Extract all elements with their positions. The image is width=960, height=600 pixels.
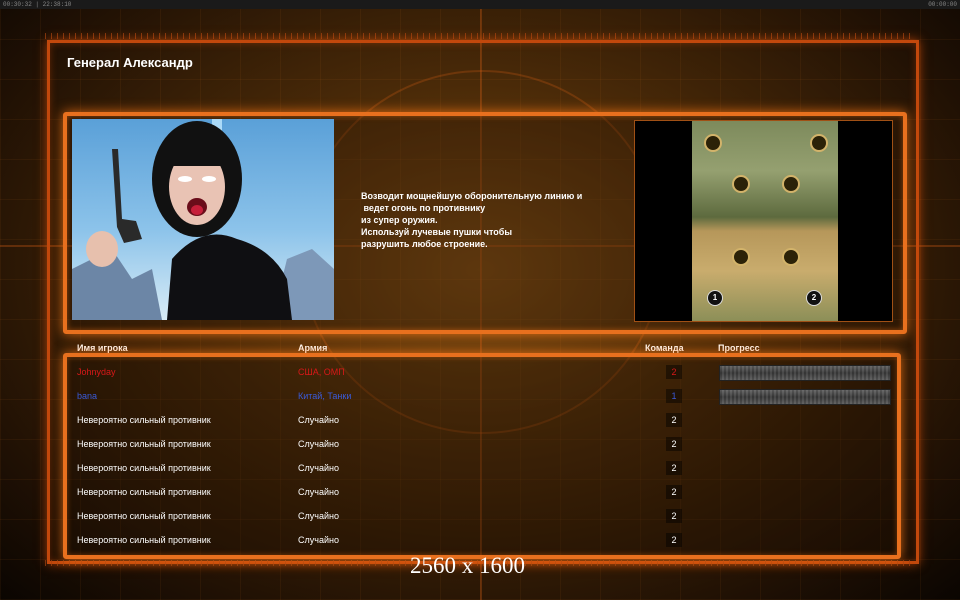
header-progress: Прогресс [718,343,760,353]
top-left-clock: 00:30:32 | 22:38:10 [3,1,72,8]
loading-progress-fill [720,366,890,380]
header-team: Команда [645,343,684,353]
player-team: 2 [671,487,677,497]
player-name: bana [77,391,98,401]
top-right-clock: 00:00:00 [928,1,957,8]
player-row: Невероятно сильный противник Случайно 2 [0,504,960,528]
map-supply-pit [704,134,722,152]
general-description: Возводит мощнейшую оборонительную линию … [361,190,631,250]
player-name: Невероятно сильный противник [77,415,211,425]
general-title: Генерал Александр [67,55,193,70]
player-army: Китай, Танки [298,391,352,401]
player-name: Невероятно сильный противник [77,511,211,521]
ruler-top [45,33,915,39]
player-team: 1 [671,391,677,401]
description-line: ведет огонь по противнику [361,203,486,213]
description-line: разрушить любое строение. [361,239,488,249]
map-image: 1 2 [692,121,838,321]
player-team: 2 [671,463,677,473]
player-team: 2 [671,415,677,425]
player-team: 2 [671,367,677,377]
map-start-position-1[interactable]: 1 [707,290,723,306]
player-row: Невероятно сильный противник Случайно 2 [0,480,960,504]
description-line: Возводит мощнейшую оборонительную линию … [361,191,583,201]
loading-progress-bar [719,365,891,381]
player-army: Случайно [298,511,339,521]
top-status-bar: 00:30:32 | 22:38:10 00:00:00 [0,0,960,9]
map-supply-pit [732,248,750,266]
player-army: Случайно [298,415,339,425]
header-army: Армия [298,343,328,353]
player-name: Невероятно сильный противник [77,487,211,497]
player-team: 2 [671,439,677,449]
map-preview: 1 2 [634,120,893,322]
loading-progress-fill [720,390,890,404]
general-portrait [72,119,334,320]
map-supply-pit [732,175,750,193]
player-row: Невероятно сильный противник Случайно 2 [0,456,960,480]
portrait-image [72,119,334,320]
map-supply-pit [810,134,828,152]
player-name: Johnyday [77,367,116,377]
player-army: США, ОМП [298,367,345,377]
player-army: Случайно [298,463,339,473]
description-line: из супер оружия. [361,215,438,225]
player-row: bana Китай, Танки 1 [0,384,960,408]
map-supply-pit [782,248,800,266]
player-row: Невероятно сильный противник Случайно 2 [0,528,960,552]
player-row: Невероятно сильный противник Случайно 2 [0,408,960,432]
player-team: 2 [671,511,677,521]
player-row: Johnyday США, ОМП 2 [0,360,960,384]
player-name: Невероятно сильный противник [77,535,211,545]
player-army: Случайно [298,535,339,545]
map-start-position-2[interactable]: 2 [806,290,822,306]
loading-progress-bar [719,389,891,405]
player-team: 2 [671,535,677,545]
map-supply-pit [782,175,800,193]
player-name: Невероятно сильный противник [77,439,211,449]
resolution-watermark: 2560 x 1600 [410,553,525,578]
description-line: Используй лучевые пушки чтобы [361,227,513,237]
header-player-name: Имя игрока [77,343,128,353]
player-row: Невероятно сильный противник Случайно 2 [0,432,960,456]
player-name: Невероятно сильный противник [77,463,211,473]
player-army: Случайно [298,487,339,497]
player-army: Случайно [298,439,339,449]
